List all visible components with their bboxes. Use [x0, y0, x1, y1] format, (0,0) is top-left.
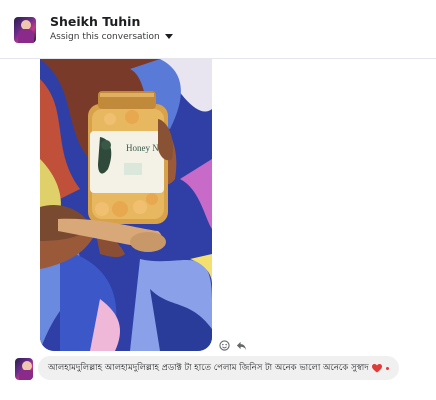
red-heart-icon: [371, 363, 382, 372]
assign-conversation-dropdown[interactable]: Assign this conversation: [50, 32, 173, 42]
sender-avatar[interactable]: [15, 358, 33, 380]
message-photo[interactable]: Honey Nut: [40, 59, 212, 351]
caret-down-icon: [164, 34, 173, 39]
smiley-icon[interactable]: [219, 340, 230, 351]
message-actions: [219, 340, 247, 351]
reaction-dot-icon: [385, 366, 389, 370]
message-text: আলহামদুলিল্লাহ আলহামদুলিল্লাহ প্রডাক্ট ট…: [48, 363, 369, 373]
message-bubble[interactable]: আলহামদুলিল্লাহ আলহামদুলিল্লাহ প্রডাক্ট ট…: [38, 356, 399, 380]
contact-avatar[interactable]: [14, 17, 36, 43]
contact-name[interactable]: Sheikh Tuhin: [50, 14, 140, 29]
assign-label: Assign this conversation: [50, 32, 160, 42]
reply-icon[interactable]: [236, 340, 247, 351]
conversation-header: Sheikh Tuhin Assign this conversation: [0, 0, 436, 59]
